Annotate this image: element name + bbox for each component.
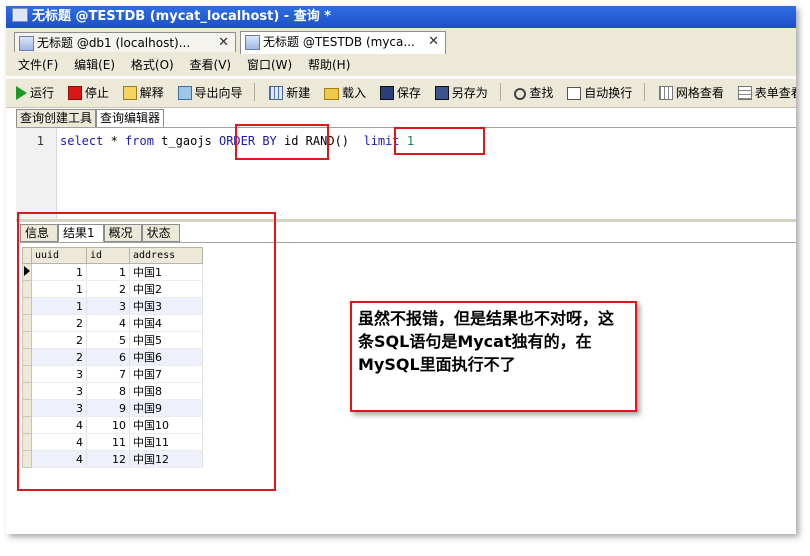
play-icon <box>16 86 27 100</box>
toolbar-separator <box>644 83 646 101</box>
search-icon <box>514 88 527 100</box>
window-title: 无标题 @TESTDB (mycat_localhost) - 查询 * <box>32 9 332 24</box>
new-grid-icon <box>269 86 284 100</box>
tab-label: 无标题 @db1 (localhost)... <box>37 36 191 50</box>
kw-from: from <box>125 134 154 148</box>
toolbar-separator <box>499 83 501 101</box>
menu-window[interactable]: 窗口(W) <box>247 54 292 76</box>
title-bar: 无标题 @TESTDB (mycat_localhost) - 查询 * <box>6 6 796 28</box>
code-star: * <box>103 134 126 148</box>
kw-select: select <box>60 134 104 148</box>
word-wrap-button[interactable]: 自动换行 <box>567 79 632 107</box>
find-button[interactable]: 查找 <box>514 79 553 107</box>
annotation-callout: 虽然不报错，但是结果也不对呀，这条SQL语句是Mycat独有的，在MySQL里面… <box>350 301 637 412</box>
menu-format[interactable]: 格式(O) <box>131 54 174 76</box>
menu-file[interactable]: 文件(F) <box>18 54 58 76</box>
highlight-limit <box>394 127 485 155</box>
form-view-button[interactable]: 表单查看 <box>737 79 796 107</box>
highlight-order-by <box>235 124 329 160</box>
grid-icon <box>658 86 673 100</box>
line-gutter: 1 <box>16 128 57 220</box>
highlight-results <box>17 212 276 491</box>
code-table: t_gaojs <box>153 134 219 148</box>
folder-icon <box>324 88 340 100</box>
tab-query-builder[interactable]: 查询创建工具 <box>16 109 97 128</box>
tab-testdb[interactable]: 无标题 @TESTDB (myca... ✕ <box>240 31 446 54</box>
tab-label: 无标题 @TESTDB (myca... <box>263 35 415 49</box>
query-icon <box>245 35 260 50</box>
line-number: 1 <box>36 134 44 148</box>
app-icon <box>12 8 28 22</box>
editor-subtabs: 查询创建工具 查询编辑器 <box>16 109 165 128</box>
save-icon <box>379 86 394 100</box>
close-icon[interactable]: ✕ <box>428 32 439 52</box>
menu-edit[interactable]: 编辑(E) <box>74 54 115 76</box>
export-icon <box>177 86 192 100</box>
stop-icon <box>67 86 82 100</box>
save-as-button[interactable]: 另存为 <box>434 79 488 107</box>
tab-db1[interactable]: 无标题 @db1 (localhost)... ✕ <box>14 32 236 52</box>
form-icon <box>737 86 752 100</box>
menu-help[interactable]: 帮助(H) <box>308 54 350 76</box>
query-icon <box>19 36 34 51</box>
run-button[interactable]: 运行 <box>16 79 54 107</box>
save-as-icon <box>434 86 449 100</box>
document-tabbar: 无标题 @db1 (localhost)... ✕ 无标题 @TESTDB (m… <box>6 28 796 55</box>
save-button[interactable]: 保存 <box>379 79 421 107</box>
new-button[interactable]: 新建 <box>269 79 310 107</box>
grid-view-button[interactable]: 网格查看 <box>658 79 724 107</box>
wrap-icon <box>567 87 582 100</box>
export-wizard-button[interactable]: 导出向导 <box>177 79 243 107</box>
tab-query-editor[interactable]: 查询编辑器 <box>96 109 165 128</box>
explain-icon <box>122 86 137 100</box>
explain-button[interactable]: 解释 <box>122 79 164 107</box>
stop-button[interactable]: 停止 <box>67 79 109 107</box>
close-icon[interactable]: ✕ <box>218 33 229 52</box>
menu-view[interactable]: 查看(V) <box>190 54 232 76</box>
toolbar: 运行 停止 解释 导出向导 新建 载入 保存 另存为 查找 自动换行 网格查看 … <box>6 78 796 108</box>
app-window: 无标题 @TESTDB (mycat_localhost) - 查询 * 无标题… <box>6 6 796 534</box>
toolbar-separator <box>254 83 256 101</box>
load-button[interactable]: 载入 <box>324 79 366 107</box>
menu-bar: 文件(F) 编辑(E) 格式(O) 查看(V) 窗口(W) 帮助(H) <box>6 54 796 76</box>
